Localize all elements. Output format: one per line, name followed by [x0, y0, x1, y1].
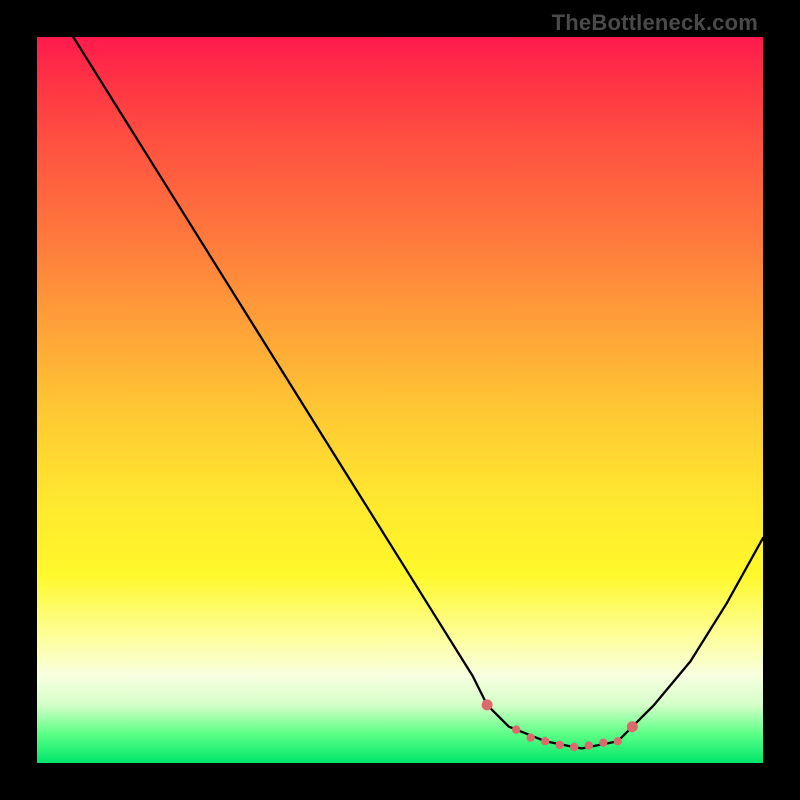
highlight-dot	[570, 743, 578, 751]
chart-container: TheBottleneck.com	[0, 0, 800, 800]
highlight-dot	[556, 741, 564, 749]
highlight-dot	[527, 733, 535, 741]
highlight-dot	[512, 725, 520, 733]
highlight-dot	[614, 737, 622, 745]
highlight-dot	[482, 699, 493, 710]
highlight-dot	[627, 721, 638, 732]
highlight-dots	[482, 699, 638, 751]
bottleneck-curve	[73, 37, 763, 749]
highlight-dot	[541, 737, 549, 745]
highlight-dot	[585, 741, 593, 749]
plot-area	[37, 37, 763, 763]
highlight-dot	[599, 739, 607, 747]
watermark-text: TheBottleneck.com	[552, 10, 758, 36]
curve-svg	[37, 37, 763, 763]
